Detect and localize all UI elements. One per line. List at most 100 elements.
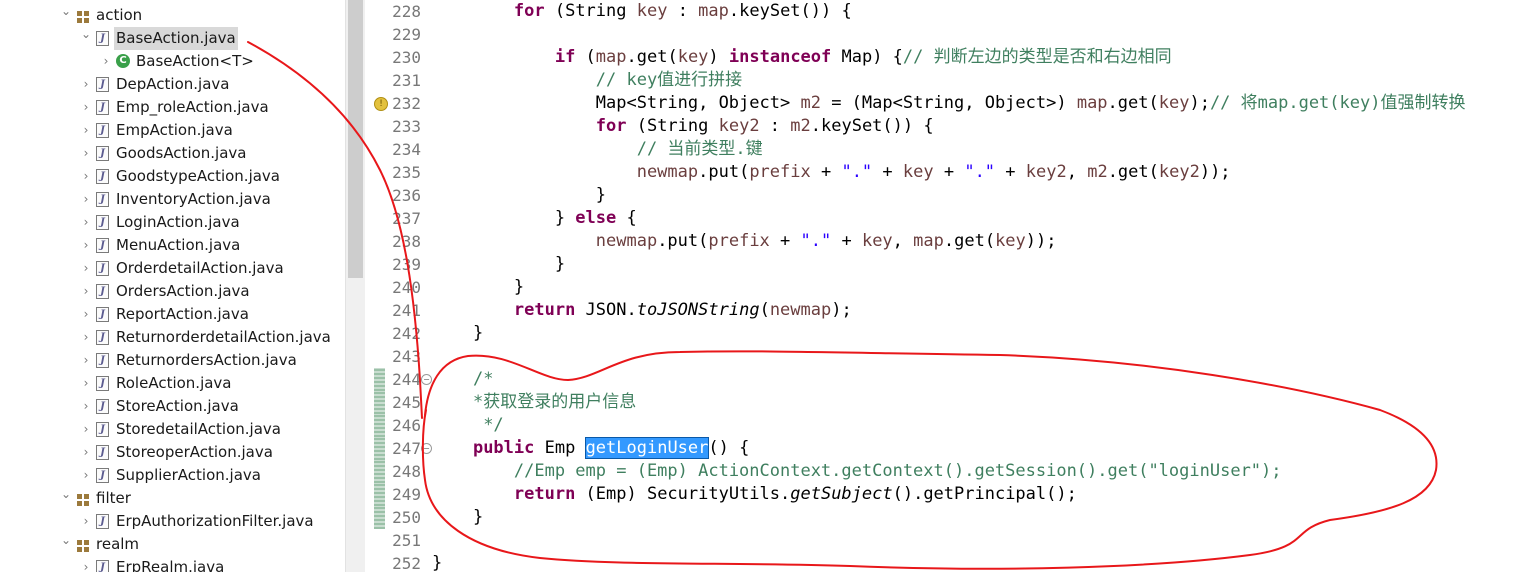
code-line[interactable]: } bbox=[432, 184, 606, 207]
code-token: key bbox=[995, 231, 1026, 251]
line-number: 237 bbox=[392, 209, 421, 228]
code-token: = (Map<String, Object>) bbox=[820, 93, 1077, 113]
fold-toggle-icon[interactable]: − bbox=[421, 443, 432, 454]
tree-item[interactable]: ⌄ action bbox=[0, 4, 345, 27]
tree-item[interactable]: › J MenuAction.java bbox=[0, 234, 345, 257]
code-token: + bbox=[933, 162, 965, 182]
tree-item-label: OrderdetailAction.java bbox=[116, 259, 284, 277]
code-line[interactable]: } bbox=[432, 253, 565, 276]
chevron-right-icon[interactable]: › bbox=[80, 349, 92, 372]
code-line[interactable]: //Emp emp = (Emp) ActionContext.getConte… bbox=[432, 460, 1282, 483]
code-line[interactable]: return JSON.toJSONString(newmap); bbox=[432, 299, 852, 322]
code-editor[interactable]: 228 for (String key : map.keySet()) {229… bbox=[365, 0, 1529, 572]
tree-item[interactable]: ⌄ filter bbox=[0, 487, 345, 510]
code-token: (String bbox=[626, 116, 719, 136]
code-line[interactable]: } bbox=[432, 322, 483, 345]
tree-item[interactable]: › J RoleAction.java bbox=[0, 372, 345, 395]
tree-item[interactable]: › J DepAction.java bbox=[0, 73, 345, 96]
chevron-right-icon[interactable]: › bbox=[80, 165, 92, 188]
change-marker bbox=[374, 391, 385, 414]
tree-item-label: RoleAction.java bbox=[116, 374, 232, 392]
tree-item[interactable]: › J InventoryAction.java bbox=[0, 188, 345, 211]
code-line[interactable]: // key值进行拼接 bbox=[432, 69, 742, 92]
code-line[interactable]: newmap.put(prefix + "." + key + "." + ke… bbox=[432, 161, 1231, 184]
code-line[interactable]: *获取登录的用户信息 bbox=[432, 391, 636, 414]
chevron-right-icon[interactable]: › bbox=[80, 257, 92, 280]
tree-item[interactable]: › J ErpRealm.java bbox=[0, 556, 345, 572]
code-line[interactable]: return (Emp) SecurityUtils.getSubject().… bbox=[432, 483, 1077, 506]
code-line[interactable]: */ bbox=[432, 414, 503, 437]
code-line[interactable]: Map<String, Object> m2 = (Map<String, Ob… bbox=[432, 92, 1466, 115]
gutter-line: 235 bbox=[365, 161, 425, 184]
tree-item[interactable]: › J StoreAction.java bbox=[0, 395, 345, 418]
chevron-right-icon[interactable]: › bbox=[80, 280, 92, 303]
explorer-scrollbar[interactable] bbox=[345, 0, 365, 572]
code-line[interactable]: for (String key2 : m2.keySet()) { bbox=[432, 115, 934, 138]
chevron-down-icon[interactable]: ⌄ bbox=[60, 529, 72, 552]
code-line[interactable]: public Emp getLoginUser() { bbox=[432, 437, 749, 460]
tree-item[interactable]: ⌄ J BaseAction.java bbox=[0, 27, 345, 50]
explorer-scrollbar-thumb[interactable] bbox=[348, 0, 363, 278]
code-token: .put( bbox=[698, 162, 750, 182]
chevron-down-icon[interactable]: ⌄ bbox=[80, 23, 92, 46]
tree-item-label: StoreAction.java bbox=[116, 397, 239, 415]
tree-item[interactable]: › J ReportAction.java bbox=[0, 303, 345, 326]
code-token: key bbox=[902, 162, 934, 182]
chevron-right-icon[interactable]: › bbox=[100, 50, 112, 73]
code-token: ( bbox=[759, 300, 770, 320]
tree-item[interactable]: › C BaseAction<T> bbox=[0, 50, 345, 73]
chevron-down-icon[interactable]: ⌄ bbox=[60, 483, 72, 506]
chevron-right-icon[interactable]: › bbox=[80, 211, 92, 234]
code-line[interactable]: if (map.get(key) instanceof Map) {// 判断左… bbox=[432, 46, 1172, 69]
change-marker bbox=[374, 437, 385, 460]
code-token: return bbox=[513, 300, 576, 320]
code-line[interactable]: // 当前类型.键 bbox=[432, 138, 763, 161]
code-line[interactable]: } bbox=[432, 506, 483, 529]
code-line[interactable]: newmap.put(prefix + "." + key, map.get(k… bbox=[432, 230, 1057, 253]
gutter-line: 230 bbox=[365, 46, 425, 69]
tree-item[interactable]: › J StoreoperAction.java bbox=[0, 441, 345, 464]
chevron-right-icon[interactable]: › bbox=[80, 188, 92, 211]
chevron-right-icon[interactable]: › bbox=[80, 372, 92, 395]
tree-item[interactable]: › J ErpAuthorizationFilter.java bbox=[0, 510, 345, 533]
tree-item[interactable]: › J EmpAction.java bbox=[0, 119, 345, 142]
chevron-right-icon[interactable]: › bbox=[80, 142, 92, 165]
code-token: + bbox=[810, 162, 842, 182]
tree-item[interactable]: › J Emp_roleAction.java bbox=[0, 96, 345, 119]
tree-item[interactable]: › J LoginAction.java bbox=[0, 211, 345, 234]
tree-item[interactable]: › J SupplierAction.java bbox=[0, 464, 345, 487]
code-line[interactable]: } bbox=[432, 276, 524, 299]
chevron-right-icon[interactable]: › bbox=[80, 395, 92, 418]
code-token: (Emp) SecurityUtils. bbox=[575, 484, 791, 504]
tree-item[interactable]: › J OrderdetailAction.java bbox=[0, 257, 345, 280]
chevron-right-icon[interactable]: › bbox=[80, 73, 92, 96]
tree-item[interactable]: › J OrdersAction.java bbox=[0, 280, 345, 303]
code-line[interactable]: for (String key : map.keySet()) { bbox=[432, 0, 852, 23]
chevron-right-icon[interactable]: › bbox=[80, 556, 92, 572]
gutter-line: 244− bbox=[365, 368, 432, 391]
tree-item[interactable]: › J StoredetailAction.java bbox=[0, 418, 345, 441]
chevron-right-icon[interactable]: › bbox=[80, 418, 92, 441]
tree-item[interactable]: › J ReturnordersAction.java bbox=[0, 349, 345, 372]
chevron-right-icon[interactable]: › bbox=[80, 303, 92, 326]
package-icon bbox=[76, 8, 90, 23]
chevron-down-icon[interactable]: ⌄ bbox=[60, 0, 72, 23]
chevron-right-icon[interactable]: › bbox=[80, 326, 92, 349]
fold-toggle-icon[interactable]: − bbox=[421, 374, 432, 385]
chevron-right-icon[interactable]: › bbox=[80, 119, 92, 142]
tree-item[interactable]: › J GoodstypeAction.java bbox=[0, 165, 345, 188]
chevron-right-icon[interactable]: › bbox=[80, 441, 92, 464]
tree-item[interactable]: ⌄ realm bbox=[0, 533, 345, 556]
chevron-right-icon[interactable]: › bbox=[80, 234, 92, 257]
chevron-right-icon[interactable]: › bbox=[80, 510, 92, 533]
chevron-right-icon[interactable]: › bbox=[80, 96, 92, 119]
java-file-icon: J bbox=[96, 100, 109, 115]
code-line[interactable]: } else { bbox=[432, 207, 637, 230]
tree-item[interactable]: › J ReturnorderdetailAction.java bbox=[0, 326, 345, 349]
tree-item[interactable]: › J GoodsAction.java bbox=[0, 142, 345, 165]
chevron-right-icon[interactable]: › bbox=[80, 464, 92, 487]
code-line[interactable]: /* bbox=[432, 368, 493, 391]
tree-item-label: MenuAction.java bbox=[116, 236, 241, 254]
code-line[interactable]: } bbox=[432, 552, 442, 572]
